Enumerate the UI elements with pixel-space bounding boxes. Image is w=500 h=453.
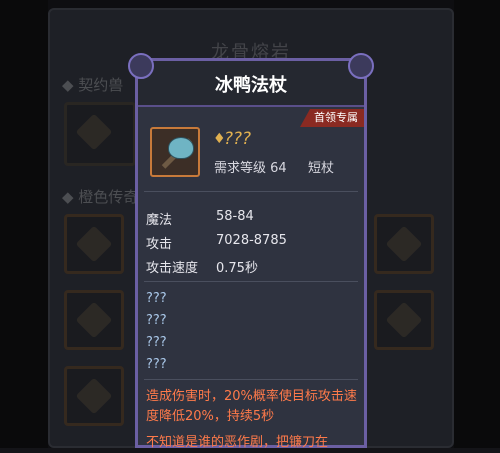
required-level: 需求等级 64 — [214, 161, 287, 176]
unknown-affix: ??? — [146, 335, 167, 350]
unknown-affix: ??? — [146, 313, 167, 328]
stat-label: 攻击 — [146, 237, 173, 252]
unknown-affix: ??? — [146, 357, 167, 372]
boss-exclusive-badge: 首领专属 — [300, 109, 364, 127]
stat-value: 7028-8785 — [216, 233, 287, 248]
item-tooltip: 冰鸭法杖 首领专属 ♦ ??? 需求等级 64 短杖 魔法 58-84 攻击 7… — [128, 53, 374, 450]
item-lore: 不知道是谁的恶作剧，把镰刀在 — [146, 435, 329, 450]
item-title: 冰鸭法杖 — [215, 75, 287, 96]
corner-ornament-icon — [348, 53, 374, 79]
unknown-affix: ??? — [146, 291, 167, 306]
special-effect: 造成伤害时，20%概率使目标攻击速度降低20%，持续5秒 — [146, 389, 357, 424]
stat-value: 0.75秒 — [216, 261, 258, 276]
stat-label: 魔法 — [146, 213, 173, 228]
divider — [144, 191, 358, 192]
divider — [144, 281, 358, 282]
corner-ornament-icon — [128, 53, 154, 79]
stat-label: 攻击速度 — [146, 261, 199, 276]
tooltip-header: 冰鸭法杖 — [138, 61, 364, 107]
ice-duck-staff-icon — [150, 127, 200, 177]
weapon-type: 短杖 — [308, 161, 335, 176]
stat-value: 58-84 — [216, 209, 254, 224]
hidden-name: ??? — [224, 129, 252, 149]
divider — [144, 379, 358, 380]
